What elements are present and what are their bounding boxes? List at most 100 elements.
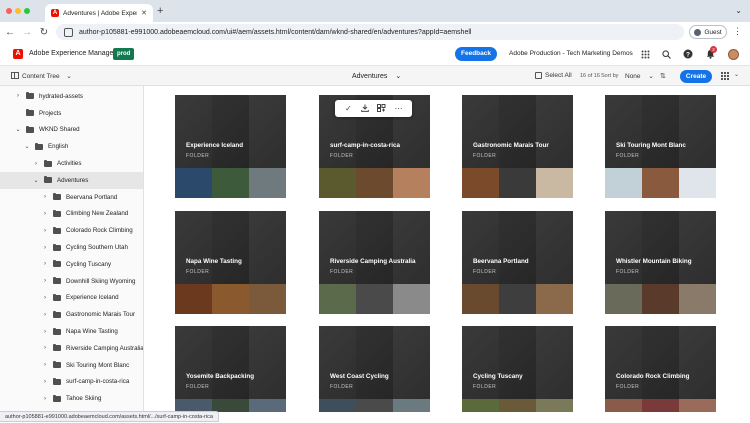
tree-item-hydrated-assets[interactable]: › hydrated-assets — [0, 88, 143, 105]
folder-card[interactable]: West Coast Cycling FOLDER — [319, 326, 430, 412]
tree-item-label: WKND Shared — [39, 126, 80, 134]
tree-item-climbing-new-zealand[interactable]: › Climbing New Zealand — [0, 206, 143, 223]
folder-card[interactable]: Whistler Mountain Biking FOLDER — [605, 211, 716, 314]
folder-card[interactable]: Gastronomic Marais Tour FOLDER — [462, 95, 573, 198]
expand-chevron-icon[interactable]: › — [41, 329, 49, 335]
tree-item-wknd-shared[interactable]: ⌄ WKND Shared — [0, 122, 143, 139]
tree-item-napa-wine-tasting[interactable]: › Napa Wine Tasting — [0, 323, 143, 340]
tree-item-cycling-tuscany[interactable]: › Cycling Tuscany — [0, 256, 143, 273]
new-tab-icon[interactable]: + — [157, 5, 163, 17]
user-avatar[interactable] — [727, 48, 739, 60]
folder-icon — [53, 209, 61, 217]
browser-menu-icon[interactable]: ⋮ — [733, 26, 742, 37]
card-type: FOLDER — [473, 269, 497, 275]
action-bar: Content Tree ⌄ Adventures ⌄ Select All 1… — [0, 66, 750, 86]
expand-chevron-icon[interactable]: › — [41, 278, 49, 284]
folder-icon — [53, 243, 61, 251]
apps-grid-icon[interactable] — [639, 48, 651, 60]
expand-chevron-icon[interactable]: › — [41, 362, 49, 368]
folder-card[interactable]: Napa Wine Tasting FOLDER — [175, 211, 286, 314]
expand-chevron-icon[interactable]: › — [41, 261, 49, 267]
tree-item-tahoe-skiing[interactable]: › Tahoe Skiing — [0, 390, 143, 407]
folder-icon — [53, 377, 61, 385]
folder-card[interactable]: Experience Iceland FOLDER — [175, 95, 286, 198]
folder-icon — [53, 361, 61, 369]
back-arrow-icon[interactable]: ← — [3, 27, 17, 38]
expand-chevron-icon[interactable]: › — [41, 211, 49, 217]
site-info-icon[interactable] — [64, 27, 73, 37]
card-title: Yosemite Backpacking — [186, 373, 255, 380]
expand-chevron-icon[interactable]: › — [14, 93, 22, 99]
tree-item-cycling-southern-utah[interactable]: › Cycling Southern Utah — [0, 239, 143, 256]
more-icon[interactable]: ⋯ — [392, 104, 406, 113]
address-bar[interactable]: author-p105881-e991000.adobeaemcloud.com… — [56, 24, 684, 40]
select-all-button[interactable]: Select All — [545, 72, 572, 79]
tree-item-ski-touring-mont-blanc[interactable]: › Ski Touring Mont Blanc — [0, 357, 143, 374]
expand-chevron-icon[interactable]: › — [41, 194, 49, 200]
tree-item-label: surf-camp-in-costa-rica — [66, 378, 130, 386]
profile-button[interactable]: Guest — [689, 25, 727, 39]
collapse-chevron-icon[interactable]: ⌄ — [32, 177, 40, 184]
tree-item-surf-camp-in-costa-rica[interactable]: › surf-camp-in-costa-rica — [0, 374, 143, 391]
folder-card[interactable]: Cycling Tuscany FOLDER — [462, 326, 573, 412]
expand-chevron-icon[interactable]: › — [41, 228, 49, 234]
folder-card[interactable]: Colorado Rock Climbing FOLDER — [605, 326, 716, 412]
feedback-button[interactable]: Feedback — [455, 47, 497, 61]
sort-dropdown[interactable]: None ⌄ — [625, 72, 654, 80]
adobe-logo-icon[interactable]: A — [13, 49, 23, 59]
expand-chevron-icon[interactable]: › — [32, 161, 40, 167]
tree-item-projects[interactable]: Projects — [0, 105, 143, 122]
folder-card[interactable]: Beervana Portland FOLDER — [462, 211, 573, 314]
sort-order-icon[interactable]: ⇅ — [660, 72, 666, 80]
tree-item-experience-iceland[interactable]: › Experience Iceland — [0, 290, 143, 307]
tree-item-label: Beervana Portland — [66, 193, 118, 201]
product-name[interactable]: Adobe Experience Manager — [29, 50, 116, 57]
browser-tab[interactable]: A Adventures | Adobe Experie ✕ — [45, 4, 153, 22]
collapse-chevron-icon[interactable]: ⌄ — [14, 126, 22, 133]
download-icon[interactable] — [358, 104, 372, 114]
folder-card[interactable]: Ski Touring Mont Blanc FOLDER — [605, 95, 716, 198]
rail-toggle-icon[interactable] — [11, 72, 19, 79]
minimize-window-button[interactable] — [15, 8, 21, 14]
folder-card[interactable]: Yosemite Backpacking FOLDER — [175, 326, 286, 412]
folder-title[interactable]: Adventures ⌄ — [352, 72, 401, 80]
tree-item-english[interactable]: ⌄ English — [0, 138, 143, 155]
close-window-button[interactable] — [6, 8, 12, 14]
reload-icon[interactable]: ↻ — [37, 27, 51, 38]
help-icon[interactable]: ? — [682, 48, 694, 60]
tree-item-beervana-portland[interactable]: › Beervana Portland — [0, 189, 143, 206]
card-title: Gastronomic Marais Tour — [473, 142, 549, 149]
card-type: FOLDER — [186, 153, 210, 159]
expand-chevron-icon[interactable]: › — [41, 379, 49, 385]
expand-chevron-icon[interactable]: › — [41, 345, 49, 351]
zoom-window-button[interactable] — [24, 8, 30, 14]
forward-arrow-icon[interactable]: → — [20, 27, 34, 38]
notifications-bell-icon[interactable]: 2 — [704, 46, 717, 60]
sort-value: None — [625, 73, 641, 80]
tab-search-chevron-icon[interactable]: ⌄ — [735, 6, 742, 15]
expand-chevron-icon[interactable]: › — [41, 245, 49, 251]
folder-card[interactable]: Riverside Camping Australia FOLDER — [319, 211, 430, 314]
select-all-checkbox-icon[interactable] — [535, 72, 542, 79]
tree-item-colorado-rock-climbing[interactable]: › Colorado Rock Climbing — [0, 222, 143, 239]
collapse-chevron-icon[interactable]: ⌄ — [23, 143, 31, 150]
view-switcher-grid-icon[interactable] — [721, 72, 729, 80]
tree-item-label: hydrated-assets — [39, 92, 84, 100]
org-switcher[interactable]: Adobe Production - Tech Marketing Demos — [509, 50, 633, 57]
tree-item-activities[interactable]: › Activities — [0, 155, 143, 172]
expand-chevron-icon[interactable]: › — [41, 312, 49, 318]
search-icon[interactable] — [660, 48, 672, 60]
folder-thumbnails — [605, 168, 716, 198]
expand-chevron-icon[interactable]: › — [41, 295, 49, 301]
expand-chevron-icon[interactable]: › — [41, 396, 49, 402]
create-button[interactable]: Create — [680, 70, 712, 83]
tree-item-downhill-skiing-wyoming[interactable]: › Downhill Skiing Wyoming — [0, 273, 143, 290]
tree-item-riverside-camping-australia[interactable]: › Riverside Camping Australia — [0, 340, 143, 357]
add-to-collection-icon[interactable] — [375, 103, 389, 114]
close-tab-icon[interactable]: ✕ — [141, 9, 147, 17]
select-check-icon[interactable]: ✓ — [341, 104, 355, 113]
tree-item-adventures[interactable]: ⌄ Adventures — [0, 172, 143, 189]
view-switcher-chevron-icon[interactable]: ⌄ — [734, 71, 739, 78]
rail-selector[interactable]: Content Tree ⌄ — [22, 72, 72, 80]
tree-item-gastronomic-marais-tour[interactable]: › Gastronomic Marais Tour — [0, 306, 143, 323]
